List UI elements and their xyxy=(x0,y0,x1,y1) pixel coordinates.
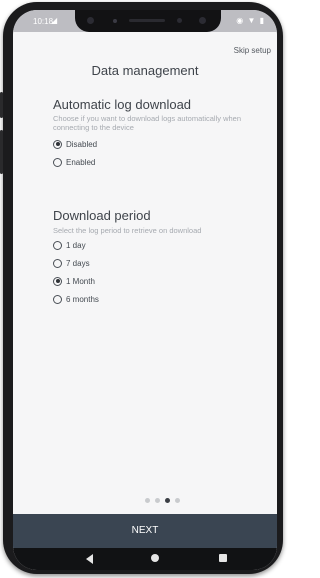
app-screen: 10:18 ◢ ◉ ▼ ▮ Skip setup Data management… xyxy=(13,10,277,570)
page-indicator xyxy=(145,498,180,503)
pager-dot xyxy=(155,498,160,503)
radio-label: 6 months xyxy=(66,294,99,304)
download-period-option[interactable]: 1 day xyxy=(53,239,86,251)
android-nav-bar xyxy=(13,548,277,570)
log-download-option[interactable]: Enabled xyxy=(53,156,95,168)
recent-apps-icon[interactable] xyxy=(219,554,227,562)
camera-notch xyxy=(75,10,221,32)
pager-dot xyxy=(165,498,170,503)
radio-button[interactable] xyxy=(53,157,62,167)
radio-button[interactable] xyxy=(53,294,62,304)
wifi-battery-icons: ◉ ▼ ▮ xyxy=(236,16,265,25)
download-period-option[interactable]: 1 Month xyxy=(53,275,95,287)
speaker-icon xyxy=(129,19,165,22)
camera-icon xyxy=(87,17,94,24)
download-period-option[interactable]: 7 days xyxy=(53,257,90,269)
radio-label: 7 days xyxy=(66,258,90,268)
volume-button xyxy=(0,92,3,118)
radio-label: 1 Month xyxy=(66,276,95,286)
next-button[interactable]: NEXT xyxy=(13,514,277,548)
page-title: Data management xyxy=(91,63,199,78)
radio-button[interactable] xyxy=(53,258,62,268)
log-download-description: Choose if you want to download logs auto… xyxy=(53,114,242,132)
radio-label: Disabled xyxy=(66,139,98,149)
camera-icon xyxy=(199,17,206,24)
log-download-option[interactable]: Disabled xyxy=(53,138,97,150)
pager-dot xyxy=(175,498,180,503)
skip-setup-link[interactable]: Skip setup xyxy=(234,46,271,55)
radio-label: Enabled xyxy=(66,157,96,167)
power-button xyxy=(0,130,3,174)
home-icon[interactable] xyxy=(151,554,159,562)
log-download-title: Automatic log download xyxy=(53,97,192,112)
radio-button[interactable] xyxy=(53,276,62,286)
download-period-title: Download period xyxy=(53,208,151,223)
phone-frame: 10:18 ◢ ◉ ▼ ▮ Skip setup Data management… xyxy=(0,2,283,574)
download-period-description: Select the log period to retrieve on dow… xyxy=(53,226,202,235)
radio-button[interactable] xyxy=(53,139,62,149)
sensor-icon xyxy=(177,18,182,23)
signal-icon: ◢ xyxy=(51,16,58,25)
pager-dot xyxy=(145,498,150,503)
download-period-option[interactable]: 6 months xyxy=(53,293,99,305)
status-bar: 10:18 ◢ ◉ ▼ ▮ xyxy=(13,10,277,32)
radio-label: 1 day xyxy=(66,240,86,250)
sensor-icon xyxy=(113,19,117,23)
radio-button[interactable] xyxy=(53,240,62,250)
back-icon[interactable] xyxy=(86,554,93,564)
